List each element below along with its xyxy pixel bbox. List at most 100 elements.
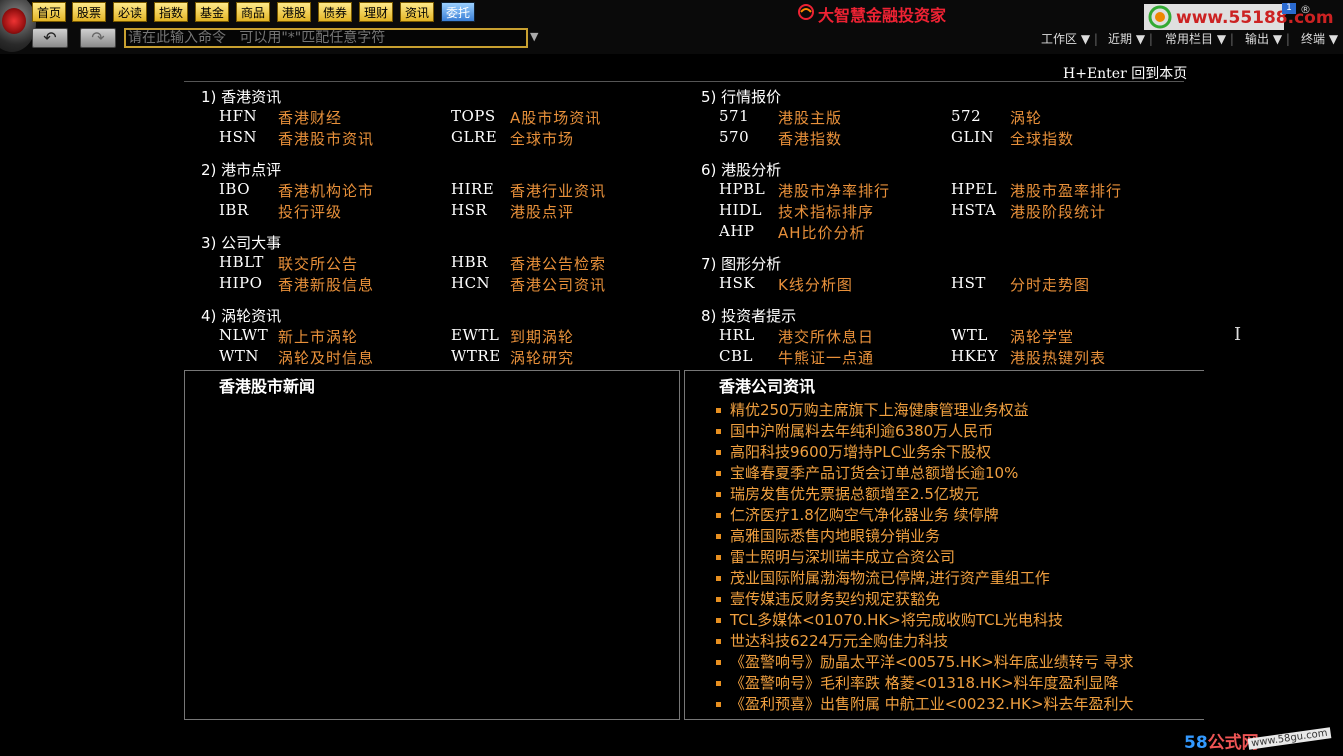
menu-link[interactable]: 香港公告检索 [510,253,606,274]
footer-url: www.58gu.com [1247,727,1332,750]
menu-link[interactable]: 港交所休息日 [778,326,874,347]
news-item[interactable]: 世达科技6224万元全购佳力科技 [716,630,948,651]
menu-link[interactable]: 港股市净率排行 [778,180,890,201]
menu-link[interactable]: 涡轮学堂 [1010,326,1074,347]
bullet-icon [716,639,721,644]
nav-commodity-button[interactable]: 商品 [236,2,271,22]
menu-output[interactable]: 输出 ▼ | [1245,30,1290,47]
bullet-icon [716,534,721,539]
menu-link[interactable]: 香港公司资讯 [510,274,606,295]
menu-link[interactable]: 港股热键列表 [1010,347,1106,368]
section-title: 4) 涡轮资讯 [201,307,282,325]
menu-code: HPBL [719,180,766,198]
bullet-icon [716,702,721,707]
menu-link[interactable]: 港股主版 [778,107,842,128]
menu-code: HPEL [951,180,998,198]
menu-link[interactable]: 投行评级 [278,201,342,222]
nav-trade-button[interactable]: 委托 [441,2,476,22]
return-home-hint: H+Enter 回到本页 [1063,66,1188,82]
menu-code: HIPO [219,274,263,292]
menu-link[interactable]: 香港新股信息 [278,274,374,295]
menu-code: IBO [219,180,251,198]
menu-link[interactable]: 香港指数 [778,128,842,149]
menu-link[interactable]: 香港股市资讯 [278,128,374,149]
bullet-icon [716,555,721,560]
arrow-back-icon: ↶ [43,28,57,47]
nav-bonds-button[interactable]: 债券 [318,2,353,22]
news-item[interactable]: 《盈警响号》毛利率跌 格菱<01318.HK>料年度盈利显降 [716,672,1119,693]
menu-link[interactable]: 牛熊证一点通 [778,347,874,368]
news-item[interactable]: 《盈利预喜》出售附属 中航工业<00232.HK>料去年盈利大 [716,693,1134,714]
section-title: 2) 港市点评 [201,161,282,179]
menu-link[interactable]: A股市场资讯 [510,107,601,128]
bullet-icon [716,429,721,434]
bullet-icon [716,660,721,665]
menu-link[interactable]: K线分析图 [778,274,853,295]
nav-hk-stocks-button[interactable]: 港股 [277,2,312,22]
news-item[interactable]: 国中沪附属料去年纯利逾6380万人民币 [716,420,993,441]
menu-link[interactable]: 联交所公告 [278,253,358,274]
menu-link[interactable]: AH比价分析 [778,222,866,243]
news-item[interactable]: TCL多媒体<01070.HK>将完成收购TCL光电科技 [716,609,1063,630]
menu-link[interactable]: 涡轮及时信息 [278,347,374,368]
menu-link[interactable]: 技术指标排序 [778,201,874,222]
menu-code: CBL [719,347,753,365]
menu-link[interactable]: 涡轮研究 [510,347,574,368]
menu-link[interactable]: 涡轮 [1010,107,1042,128]
news-item[interactable]: 瑞房发售优先票据总额增至2.5亿坡元 [716,483,979,504]
bullet-icon [716,576,721,581]
brand-swirl-icon [798,4,814,20]
command-input[interactable] [124,28,528,48]
nav-stocks-button[interactable]: 股票 [72,2,107,22]
menu-terminal[interactable]: 终端 ▼ [1301,30,1338,47]
bullet-icon [716,408,721,413]
menu-link[interactable]: 香港机构论市 [278,180,374,201]
news-item[interactable]: 仁济医疗1.8亿购空气净化器业务 续停牌 [716,504,999,525]
menu-recent[interactable]: 近期 ▼ | [1108,30,1153,47]
news-item[interactable]: 高阳科技9600万增持PLC业务余下股权 [716,441,991,462]
command-dropdown-icon[interactable]: ▼ [530,30,538,43]
news-item[interactable]: 茂业国际附属渤海物流已停牌,进行资产重组工作 [716,567,1050,588]
nav-index-button[interactable]: 指数 [154,2,189,22]
back-button[interactable]: ↶ [32,28,68,48]
menu-common-columns[interactable]: 常用栏目 ▼ | [1165,30,1234,47]
nav-fund-button[interactable]: 基金 [195,2,230,22]
menu-link[interactable]: 到期涡轮 [510,326,574,347]
menu-code: GLIN [951,128,994,146]
menu-link[interactable]: 香港行业资讯 [510,180,606,201]
menu-link[interactable]: 港股点评 [510,201,574,222]
menu-link[interactable]: 全球指数 [1010,128,1074,149]
news-item[interactable]: 高雅国际悉售内地眼镜分销业务 [716,525,940,546]
menu-code: HSK [719,274,756,292]
nav-must-read-button[interactable]: 必读 [113,2,148,22]
news-item[interactable]: 雷士照明与深圳瑞丰成立合资公司 [716,546,955,567]
nav-home-button[interactable]: 首页 [32,2,67,22]
menu-code: HCN [451,274,491,292]
menu-link[interactable]: 港股市盈率排行 [1010,180,1122,201]
bullet-icon [716,681,721,686]
menu-link[interactable]: 香港财经 [278,107,342,128]
forward-button[interactable]: ↷ [80,28,116,48]
menu-code: NLWT [219,326,269,344]
notification-badge[interactable]: 1 [1282,3,1296,14]
menu-link[interactable]: 全球市场 [510,128,574,149]
news-list: 精优250万购主席旗下上海健康管理业务权益 国中沪附属料去年纯利逾6380万人民… [700,395,1185,715]
menu-link[interactable]: 新上市涡轮 [278,326,358,347]
menu-workspace[interactable]: 工作区 ▼ | [1041,30,1098,47]
news-item[interactable]: 精优250万购主席旗下上海健康管理业务权益 [716,399,1029,420]
menu-link[interactable]: 港股阶段统计 [1010,201,1106,222]
news-item[interactable]: 《盈警响号》励晶太平洋<00575.HK>料年底业绩转亏 寻求 [716,651,1134,672]
bullet-icon [716,618,721,623]
news-item[interactable]: 壹传媒违反财务契约规定获豁免 [716,588,940,609]
section-title: 7) 图形分析 [701,255,782,273]
bullet-icon [716,471,721,476]
bullet-icon [716,513,721,518]
menu-code: HBLT [219,253,264,271]
chevron-down-icon: ▼ [1080,32,1091,46]
bullet-icon [716,492,721,497]
nav-wealth-button[interactable]: 理财 [359,2,394,22]
news-item[interactable]: 宝峰春夏季产品订货会订单总额增长逾10% [716,462,1018,483]
menu-link[interactable]: 分时走势图 [1010,274,1090,295]
menu-code: 570 [719,128,750,146]
nav-news-button[interactable]: 资讯 [400,2,435,22]
